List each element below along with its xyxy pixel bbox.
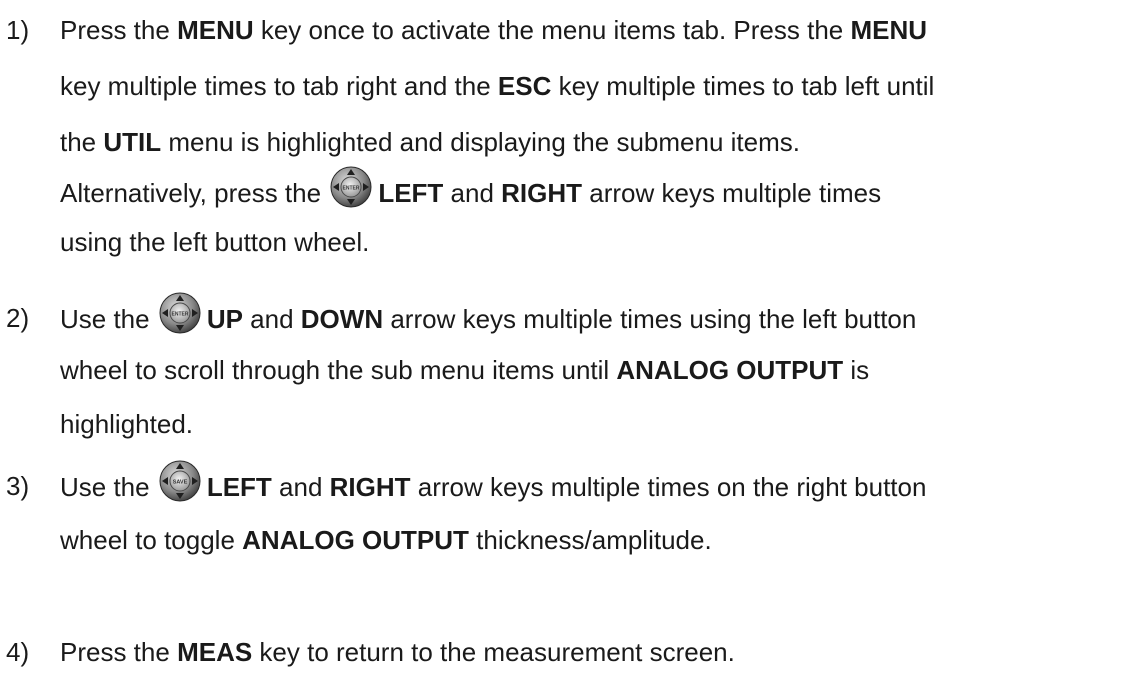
text-run: arrow keys multiple times — [582, 178, 882, 208]
step-line: Press the MEAS key to return to the meas… — [60, 626, 735, 678]
key-label-down: DOWN — [300, 304, 384, 334]
text-run: Press the — [60, 637, 178, 667]
step-line: using the left button wheel. — [60, 216, 369, 268]
step-number: 4) — [6, 637, 30, 667]
text-run: and — [443, 178, 502, 208]
key-label-left: LEFT — [206, 472, 272, 502]
text-run: Alternatively, press the — [60, 178, 329, 208]
key-label-left: LEFT — [378, 178, 444, 208]
instruction-document: 1) Press the MENU key once to activate t… — [0, 0, 1140, 698]
key-label-menu: MENU — [177, 15, 254, 45]
text-run: Press the — [60, 15, 178, 45]
right-wheel-icon — [159, 460, 201, 502]
text-run: highlighted. — [60, 409, 193, 439]
step-number: 1) — [6, 15, 30, 45]
step-line: Press the MENU key once to activate the … — [60, 4, 927, 56]
step-line: Alternatively, press the LEFT and RIGHT … — [60, 166, 881, 219]
enter-wheel-icon — [330, 166, 372, 208]
menu-label-analog-output: ANALOG OUTPUT — [616, 355, 844, 385]
text-run: and — [271, 472, 330, 502]
text-run: Use the — [60, 304, 157, 334]
key-label-meas: MEAS — [177, 637, 253, 667]
step-line: highlighted. — [60, 398, 193, 450]
key-label-right: RIGHT — [501, 178, 583, 208]
text-run: key multiple times to tab left until — [551, 71, 935, 101]
enter-wheel-icon — [159, 292, 201, 334]
text-run: wheel to scroll through the sub menu ite… — [60, 355, 617, 385]
text-run: is — [843, 355, 870, 385]
menu-label-analog-output: ANALOG OUTPUT — [242, 525, 469, 555]
text-run: menu is highlighted and displaying the s… — [161, 127, 800, 157]
step-line: Use the UP and DOWN arrow keys multiple … — [60, 292, 916, 345]
step-number: 2) — [6, 303, 30, 333]
key-label-menu: MENU — [850, 15, 928, 45]
text-run: arrow keys multiple times on the right b… — [410, 472, 927, 502]
key-label-up: UP — [206, 304, 243, 334]
key-label-right: RIGHT — [329, 472, 411, 502]
text-run: Use the — [60, 472, 157, 502]
step-line: key multiple times to tab right and the … — [60, 60, 934, 112]
text-run: wheel to toggle — [60, 525, 243, 555]
text-run: using the left button wheel. — [60, 227, 370, 257]
text-run: key multiple times to tab right and the — [60, 71, 498, 101]
text-run: key once to activate the menu items tab.… — [253, 15, 851, 45]
step-line: wheel to toggle ANALOG OUTPUT thickness/… — [60, 514, 712, 566]
text-run: key to return to the measurement screen. — [252, 637, 735, 667]
step-line: wheel to scroll through the sub menu ite… — [60, 344, 869, 396]
text-run: the — [60, 127, 104, 157]
step-line: Use the LEFT and RIGHT arrow keys multip… — [60, 460, 926, 513]
menu-label-util: UTIL — [103, 127, 162, 157]
text-run: arrow keys multiple times using the left… — [383, 304, 917, 334]
step-line: the UTIL menu is highlighted and display… — [60, 116, 800, 168]
text-run: thickness/amplitude. — [468, 525, 712, 555]
text-run: and — [242, 304, 301, 334]
key-label-esc: ESC — [497, 71, 552, 101]
step-number: 3) — [6, 471, 30, 501]
